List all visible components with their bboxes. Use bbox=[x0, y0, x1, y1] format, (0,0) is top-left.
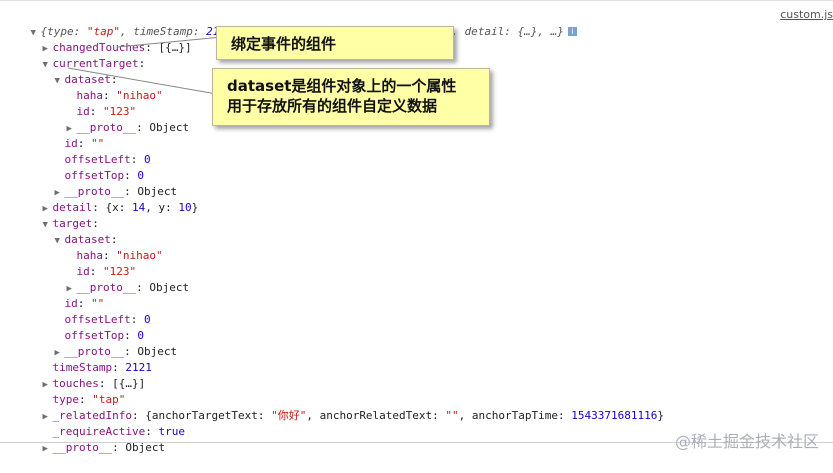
event-object-summary[interactable]: ▼{type: "tap", timeStamp: 2121, target: … bbox=[4, 8, 577, 38]
watermark: @稀土掘金技术社区 bbox=[674, 432, 819, 451]
devtools-console: ▼{type: "tap", timeStamp: 2121, target: … bbox=[0, 0, 833, 454]
collapsed-triangle-icon[interactable]: ▶ bbox=[43, 441, 53, 457]
prop-type: type: "tap" bbox=[52, 393, 126, 406]
prop-proto[interactable]: ▶ __proto__: Object bbox=[28, 168, 178, 198]
prop-current-target[interactable]: ▼ currentTarget: bbox=[16, 40, 146, 70]
prop-target[interactable]: ▼ target: bbox=[16, 200, 99, 230]
prop-proto[interactable]: ▶ __proto__: Object bbox=[16, 424, 166, 454]
prop-haha: haha: "nihao" bbox=[76, 89, 163, 102]
info-icon[interactable]: i bbox=[567, 27, 577, 36]
annotation-callout-current-target: 绑定事件的组件 bbox=[216, 26, 454, 60]
prop-changed-touches[interactable]: ▶ changedTouches: [{…}] bbox=[16, 24, 192, 54]
prop-proto[interactable]: ▶ __proto__: Object bbox=[28, 328, 178, 358]
prop-offset-left: offsetLeft: 0 bbox=[64, 313, 151, 326]
prop-touches[interactable]: ▶ touches: [{…}] bbox=[16, 360, 146, 390]
prop-haha: haha: "nihao" bbox=[76, 249, 163, 262]
prop-related-info[interactable]: ▶ _relatedInfo: {anchorTargetText: "你好", … bbox=[16, 392, 664, 422]
prop-offset-left: offsetLeft: 0 bbox=[64, 153, 151, 166]
prop-id: id: "123" bbox=[76, 105, 137, 118]
top-divider bbox=[0, 0, 833, 1]
prop-proto[interactable]: ▶ __proto__: Object bbox=[40, 104, 190, 134]
prop-id: id: "123" bbox=[76, 265, 137, 278]
source-file-link[interactable]: custom.js bbox=[780, 8, 833, 21]
prop-require-active: _requireActive: true bbox=[52, 425, 185, 438]
prop-detail[interactable]: ▶ detail: {x: 14, y: 10} bbox=[16, 184, 199, 214]
prop-offset-top: offsetTop: 0 bbox=[64, 329, 144, 342]
prop-timestamp: timeStamp: 2121 bbox=[52, 361, 152, 374]
annotation-callout-dataset: dataset是组件对象上的一个属性 用于存放所有的组件自定义数据 bbox=[212, 68, 490, 126]
prop-offset-top: offsetTop: 0 bbox=[64, 169, 144, 182]
prop-id-empty: id: "" bbox=[64, 297, 105, 310]
prop-dataset[interactable]: ▼ dataset: bbox=[28, 56, 118, 86]
prop-id-empty: id: "" bbox=[64, 137, 105, 150]
prop-proto[interactable]: ▶ __proto__: Object bbox=[40, 264, 190, 294]
prop-dataset[interactable]: ▼ dataset: bbox=[28, 216, 118, 246]
